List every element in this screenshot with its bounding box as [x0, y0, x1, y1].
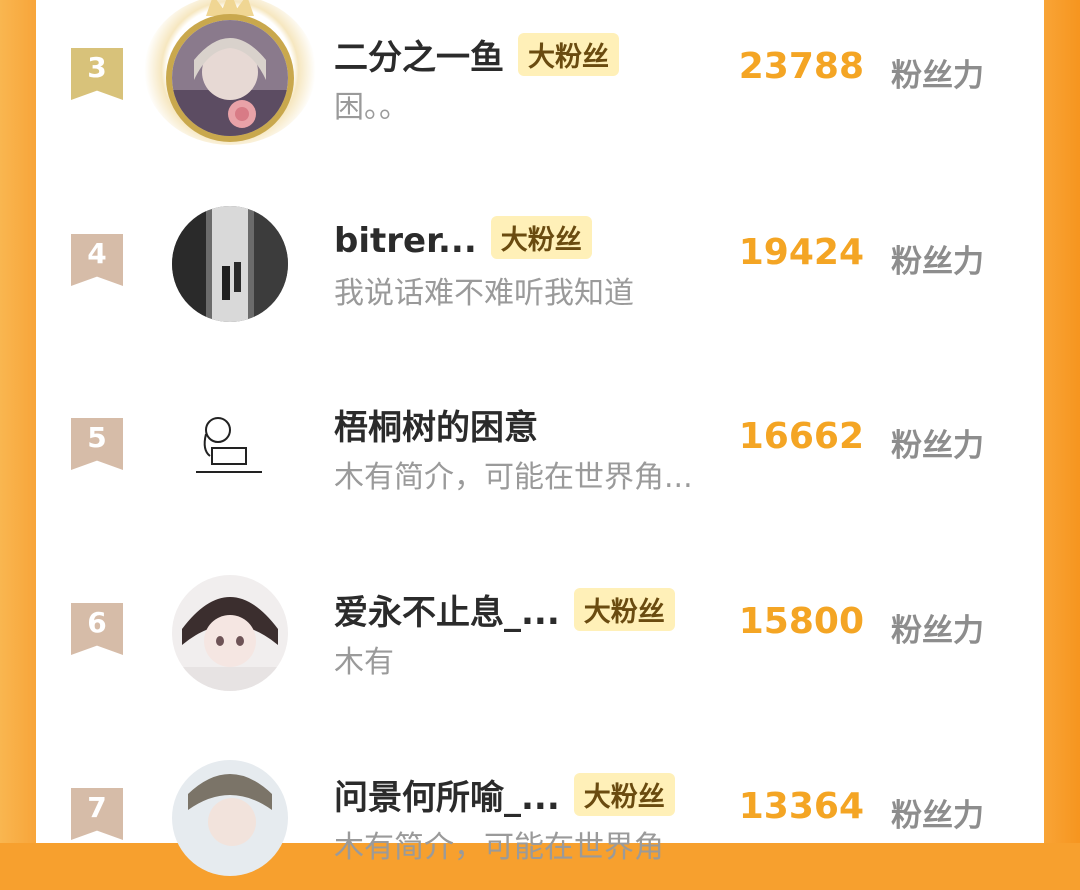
username[interactable]: 爱永不止息_... 大粉丝 — [334, 585, 675, 634]
fan-ranking-list: 3 二分之一鱼 大粉丝 困。。 23788 粉丝力 4 bitrer... 大粉… — [36, 0, 1044, 876]
rank-ribbon-icon: 3 — [71, 48, 123, 100]
ranking-row[interactable]: 3 二分之一鱼 大粉丝 困。。 23788 粉丝力 — [36, 0, 1044, 150]
user-bio: 木有 — [334, 645, 394, 680]
username-text[interactable]: bitrer... — [334, 221, 477, 261]
rank-ribbon-icon: 4 — [71, 234, 123, 286]
big-fan-badge: 大粉丝 — [518, 33, 619, 76]
username[interactable]: 二分之一鱼 大粉丝 — [334, 30, 619, 79]
avatar[interactable] — [172, 390, 288, 506]
username-text[interactable]: 二分之一鱼 — [334, 38, 504, 78]
fan-power-label: 粉丝力 — [891, 798, 984, 834]
user-bio: 我说话难不难听我知道 — [334, 276, 634, 311]
username[interactable]: bitrer... 大粉丝 — [334, 216, 592, 261]
fan-power-label: 粉丝力 — [891, 428, 984, 464]
ranking-row[interactable]: 7 问景何所喻_... 大粉丝 木有简介，可能在世界角 13364 粉丝力 — [36, 730, 1044, 890]
username[interactable]: 梧桐树的困意 — [334, 400, 538, 449]
fan-power-label: 粉丝力 — [891, 613, 984, 649]
orange-frame-right — [1044, 0, 1080, 843]
fan-power-label: 粉丝力 — [891, 58, 984, 94]
fan-power-score: 19424 — [738, 232, 864, 273]
rank-ribbon-icon: 6 — [71, 603, 123, 655]
big-fan-badge: 大粉丝 — [490, 216, 592, 259]
user-bio: 木有简介，可能在世界角 — [334, 830, 664, 865]
fan-power-score: 23788 — [738, 46, 864, 87]
username[interactable]: 问景何所喻_... 大粉丝 — [334, 770, 675, 819]
ranking-row[interactable]: 6 爱永不止息_... 大粉丝 木有 15800 粉丝力 — [36, 545, 1044, 705]
fan-power-score: 16662 — [738, 416, 864, 457]
fan-power-label: 粉丝力 — [891, 244, 984, 280]
ranking-row[interactable]: 4 bitrer... 大粉丝 我说话难不难听我知道 19424 粉丝力 — [36, 176, 1044, 336]
ranking-row[interactable]: 5 梧桐树的困意 木有简介，可能在世界角... 16662 粉丝力 — [36, 360, 1044, 520]
big-fan-badge: 大粉丝 — [573, 588, 675, 631]
orange-frame-left — [0, 0, 36, 843]
avatar[interactable] — [172, 20, 288, 136]
rank-ribbon-icon: 7 — [71, 788, 123, 840]
fan-power-score: 13364 — [738, 786, 864, 827]
avatar[interactable] — [172, 760, 288, 876]
username-text[interactable]: 问景何所喻_... — [334, 778, 560, 818]
avatar[interactable] — [172, 206, 288, 322]
rank-ribbon-icon: 5 — [71, 418, 123, 470]
username-text[interactable]: 梧桐树的困意 — [334, 408, 538, 448]
fan-power-score: 15800 — [738, 601, 864, 642]
crown-icon — [206, 0, 254, 16]
avatar[interactable] — [172, 575, 288, 691]
user-bio: 木有简介，可能在世界角... — [334, 460, 693, 495]
user-bio: 困。。 — [334, 90, 409, 125]
username-text[interactable]: 爱永不止息_... — [334, 593, 560, 633]
big-fan-badge: 大粉丝 — [573, 773, 675, 816]
